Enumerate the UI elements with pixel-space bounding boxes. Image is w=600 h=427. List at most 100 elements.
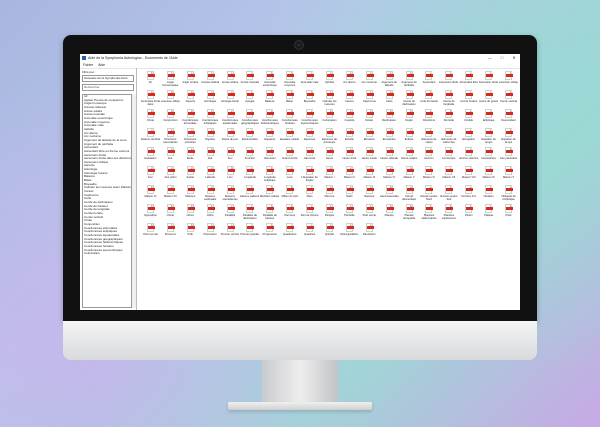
document-item[interactable]: Planète rétrograde	[400, 204, 419, 223]
document-item[interactable]: Jour julien	[161, 166, 180, 185]
document-item[interactable]: Parcours	[280, 204, 299, 223]
document-item[interactable]: Nutation	[479, 185, 498, 204]
document-item[interactable]: Maison IX	[479, 166, 498, 185]
document-item[interactable]: Équinoxe de printemps	[320, 128, 339, 147]
document-item[interactable]: Équateur	[260, 128, 279, 147]
document-item[interactable]: Périhélie	[340, 204, 359, 223]
document-item[interactable]: Maison III	[360, 166, 379, 185]
document-item[interactable]: Orbite	[161, 204, 180, 223]
document-item[interactable]: Exaltation	[141, 147, 160, 166]
document-item[interactable]: Précession	[201, 223, 220, 242]
document-item[interactable]: Mars	[300, 185, 319, 204]
document-item[interactable]: Astrologie horaire	[221, 90, 239, 109]
document-item[interactable]: Parallèle de hauteur	[260, 204, 279, 223]
document-item[interactable]: Maison VIII	[459, 166, 478, 185]
document-item[interactable]: Longitude	[240, 166, 259, 185]
document-item[interactable]: Quadrant	[300, 223, 319, 242]
document-item[interactable]: Gémeaux	[260, 147, 279, 166]
document-item[interactable]: Heure sidérale	[380, 147, 399, 166]
document-item[interactable]: Anneau sidéral	[201, 71, 220, 90]
document-item[interactable]: Milieu du Ciel	[280, 185, 299, 204]
document-item[interactable]: Maison V	[400, 166, 419, 185]
document-item[interactable]: Parallèle de déclinaison	[240, 204, 259, 223]
document-item[interactable]: Parallèle	[221, 204, 240, 223]
document-item[interactable]: Cancer	[340, 90, 359, 109]
document-item[interactable]: Poissons	[161, 223, 180, 242]
document-item[interactable]: Arc nocturne	[360, 71, 379, 90]
document-item[interactable]: Écliptique	[479, 109, 498, 128]
document-item[interactable]: Cercle de longitude	[439, 90, 458, 109]
document-item[interactable]: Harmonie	[300, 147, 319, 166]
document-item[interactable]: Éléments de calcul	[420, 128, 439, 147]
document-item[interactable]: Domicile	[439, 109, 458, 128]
document-item[interactable]: Lion	[221, 166, 240, 185]
document-item[interactable]: Distance zénithale	[141, 128, 160, 147]
document-item[interactable]: Cercle de hauteur	[420, 90, 438, 109]
document-item[interactable]: Planètes supérieures	[439, 204, 458, 223]
document-item[interactable]: Argument du périhélie	[400, 71, 419, 90]
document-item[interactable]: Ascension oblique	[161, 90, 180, 109]
document-item[interactable]: Maison X	[499, 166, 518, 185]
document-item[interactable]: Coordonnées topocentriques	[300, 109, 319, 128]
document-item[interactable]: Plateau	[479, 204, 498, 223]
document-item[interactable]: Hémisphère	[479, 147, 498, 166]
document-item[interactable]: Centre de gravité	[479, 90, 498, 109]
document-item[interactable]: Déclinaison	[380, 109, 399, 128]
document-item[interactable]: Jour	[141, 166, 160, 185]
document-item[interactable]: Opposition	[141, 204, 160, 223]
document-item[interactable]: Fonction	[240, 147, 259, 166]
document-item[interactable]: Coordonnées écliptiques	[201, 109, 220, 128]
document-item[interactable]: Directions primaires	[181, 128, 200, 147]
document-item[interactable]: Dignités	[201, 128, 220, 147]
document-item[interactable]: Cercle vertical	[499, 90, 518, 109]
document-item[interactable]: Nombre d'or	[459, 185, 478, 204]
document-item[interactable]: Balance	[260, 90, 279, 109]
document-item[interactable]: Décan	[360, 109, 379, 128]
maximize-button[interactable]: □	[496, 54, 508, 62]
document-item[interactable]: Étoile	[181, 147, 200, 166]
document-item[interactable]: Boyaudre	[300, 90, 319, 109]
document-item[interactable]: Révolution	[360, 223, 379, 242]
document-item[interactable]: Planètes stationnaires	[420, 204, 439, 223]
topic-list[interactable]: Air Applier Preuve de mesparcux Angle horo…	[82, 94, 132, 308]
document-item[interactable]: Méridien céleste	[260, 185, 279, 204]
document-item[interactable]: Conjonction	[161, 109, 180, 128]
document-item[interactable]: Pluie	[499, 204, 518, 223]
document-item[interactable]: Coordonnées azimutales	[181, 109, 200, 128]
document-item[interactable]: Échelle	[340, 128, 359, 147]
document-item[interactable]: Latitude	[201, 166, 220, 185]
document-item[interactable]: Joie planétaire	[499, 147, 518, 166]
document-item[interactable]: Coordonnées équatoriales	[221, 109, 240, 128]
document-item[interactable]: Jupiter	[181, 166, 200, 185]
list-scrollbar[interactable]	[132, 94, 136, 308]
document-item[interactable]: Directions	[420, 109, 439, 128]
document-item[interactable]: Périgée	[320, 204, 339, 223]
document-item[interactable]: Horoscope	[439, 147, 458, 166]
document-item[interactable]: Maisons	[181, 185, 200, 204]
document-item[interactable]: Cuspide	[340, 109, 359, 128]
document-item[interactable]: Maison I	[320, 166, 339, 185]
document-item[interactable]: Directions secondaires	[161, 128, 180, 147]
document-item[interactable]: Anomalie vraie	[300, 71, 319, 90]
document-item[interactable]: Maison II	[340, 166, 359, 185]
document-item[interactable]: Planète	[380, 204, 399, 223]
document-item[interactable]: Maison VII	[439, 166, 458, 185]
document-item[interactable]: Coordonnées horaires	[280, 109, 299, 128]
document-item[interactable]: Équinoxe	[300, 128, 319, 147]
document-item[interactable]: Année solaire	[221, 71, 240, 90]
document-item[interactable]: Angle horaire	[181, 71, 200, 90]
document-item[interactable]: Orbes	[181, 204, 200, 223]
document-item[interactable]: Maison XII	[161, 185, 180, 204]
document-item[interactable]: Nœud descendant	[400, 185, 419, 204]
document-item[interactable]: Descendant	[499, 109, 518, 128]
document-item[interactable]: Heure	[320, 147, 339, 166]
document-item[interactable]: Culmination	[320, 109, 339, 128]
document-item[interactable]: Angle horoscopique	[161, 71, 180, 90]
document-item[interactable]: Astrologie	[201, 90, 220, 109]
document-item[interactable]: Heure solaire	[400, 147, 419, 166]
document-item[interactable]: Anomalie moyenne	[280, 71, 299, 90]
search-input[interactable]: Rechercher	[82, 84, 134, 91]
document-item[interactable]: Ère	[161, 147, 180, 166]
menu-file[interactable]: Fichier	[83, 63, 93, 67]
document-item[interactable]: Chute	[141, 109, 160, 128]
